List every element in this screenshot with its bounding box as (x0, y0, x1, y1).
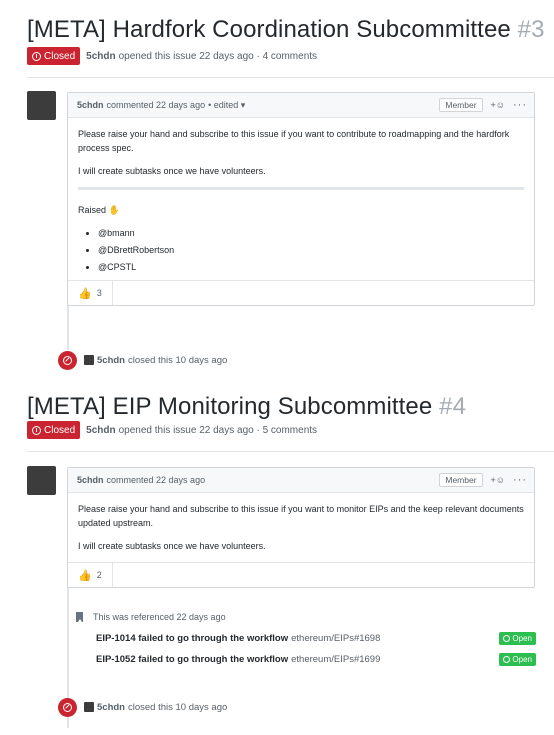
issue-open-icon (503, 655, 511, 663)
issue-title: [META] Hardfork Coordination Subcommitte… (27, 16, 545, 44)
list-item[interactable]: @DBrettRobertson (98, 243, 524, 257)
reactions-bar: 👍 2 (68, 562, 534, 587)
issue-number: #3 (517, 16, 545, 43)
comment-paragraph: Please raise your hand and subscribe to … (78, 504, 524, 528)
status-badge: Closed (27, 421, 81, 439)
avatar[interactable] (84, 355, 94, 365)
reference-repo-link[interactable]: ethereum/EIPs#1699 (291, 654, 380, 665)
status-badge-label: Closed (44, 424, 76, 436)
more-options-icon[interactable]: ··· (513, 99, 527, 111)
horizontal-rule (78, 187, 524, 190)
event-text: closed this 10 days ago (127, 701, 228, 713)
header-divider (27, 77, 554, 78)
comment-body: Please raise your hand and subscribe to … (68, 118, 534, 274)
raised-label: Raised ✋ (78, 205, 120, 215)
comment-paragraph: Please raise your hand and subscribe to … (78, 129, 510, 153)
comment-header: 5chdn commented 22 days ago Member +☺ ··… (68, 468, 534, 493)
status-badge: Closed (27, 47, 81, 65)
list-item[interactable]: @bmann (98, 226, 524, 240)
reference-event: This was referenced 22 days ago (76, 612, 226, 622)
avatar[interactable] (84, 702, 94, 712)
issue-open-icon (503, 634, 511, 642)
event-user-link[interactable]: 5chdn (97, 355, 125, 366)
comment-author-link[interactable]: 5chdn (77, 100, 104, 110)
open-badge: Open (499, 652, 536, 666)
comment-header: 5chdn commented 22 days ago • edited ▾ M… (68, 93, 534, 118)
issue-meta-text: opened this issue 22 days ago · 5 commen… (118, 424, 318, 436)
comment-body: Please raise your hand and subscribe to … (68, 493, 534, 553)
more-options-icon[interactable]: ··· (513, 474, 527, 486)
status-badge-label: Closed (44, 50, 76, 62)
issue-number: #4 (439, 393, 467, 420)
thumbs-up-reaction[interactable]: 👍 3 (68, 281, 113, 305)
comment-paragraph: I will create subtasks once we have volu… (78, 541, 266, 551)
issue-closed-icon (32, 425, 41, 435)
reaction-count: 2 (96, 570, 102, 580)
edited-dropdown[interactable]: • edited ▾ (208, 100, 245, 111)
header-divider (27, 451, 554, 452)
closed-circle-icon (58, 350, 77, 370)
issue-meta-text: opened this issue 22 days ago · 4 commen… (118, 50, 318, 62)
issue-title: [META] EIP Monitoring Subcommittee #4 (27, 393, 466, 421)
event-user-link[interactable]: 5chdn (97, 702, 125, 713)
issue-meta: Closed 5chdn opened this issue 22 days a… (27, 47, 317, 65)
thumbs-up-icon: 👍 (78, 287, 92, 300)
member-badge: Member (439, 98, 483, 112)
add-reaction-icon[interactable]: +☺ (491, 475, 505, 485)
comment-box: 5chdn commented 22 days ago Member +☺ ··… (67, 467, 535, 588)
issue-author-link[interactable]: 5chdn (86, 425, 115, 436)
comment-box: 5chdn commented 22 days ago • edited ▾ M… (67, 92, 535, 306)
avatar[interactable] (27, 466, 56, 495)
event-text: closed this 10 days ago (127, 354, 228, 366)
reference-title-link[interactable]: EIP-1052 failed to go through the workfl… (96, 654, 288, 665)
closed-circle-icon (58, 697, 77, 717)
issue-author-link[interactable]: 5chdn (86, 51, 115, 62)
bookmark-icon (76, 612, 83, 622)
member-badge: Member (439, 473, 483, 487)
issue-title-text: [META] Hardfork Coordination Subcommitte… (27, 16, 511, 43)
reference-item[interactable]: EIP-1052 failed to go through the workfl… (96, 651, 538, 667)
avatar[interactable] (27, 91, 56, 120)
open-badge: Open (499, 631, 536, 645)
comment-paragraph: I will create subtasks once we have volu… (78, 166, 266, 176)
issue-closed-icon (32, 51, 41, 61)
reference-item[interactable]: EIP-1014 failed to go through the workfl… (96, 630, 538, 646)
raised-list: @bmann @DBrettRobertson @CPSTL (78, 226, 524, 274)
list-item[interactable]: @CPSTL (98, 260, 524, 274)
open-badge-label: Open (512, 654, 532, 664)
issue-title-text: [META] EIP Monitoring Subcommittee (27, 393, 433, 420)
reaction-count: 3 (96, 288, 102, 298)
comment-time[interactable]: commented 22 days ago (107, 475, 206, 485)
closed-event: 5chdn closed this 10 days ago (58, 697, 227, 717)
add-reaction-icon[interactable]: +☺ (491, 100, 505, 110)
issue-meta: Closed 5chdn opened this issue 22 days a… (27, 421, 317, 439)
reference-title-link[interactable]: EIP-1014 failed to go through the workfl… (96, 633, 288, 644)
thumbs-up-reaction[interactable]: 👍 2 (68, 563, 113, 587)
reference-repo-link[interactable]: ethereum/EIPs#1698 (291, 633, 380, 644)
reactions-bar: 👍 3 (68, 280, 534, 305)
comment-author-link[interactable]: 5chdn (77, 475, 104, 485)
open-badge-label: Open (512, 633, 532, 643)
closed-event: 5chdn closed this 10 days ago (58, 350, 227, 370)
thumbs-up-icon: 👍 (78, 569, 92, 582)
comment-time[interactable]: commented 22 days ago (107, 100, 206, 110)
reference-text: This was referenced 22 days ago (93, 612, 226, 622)
